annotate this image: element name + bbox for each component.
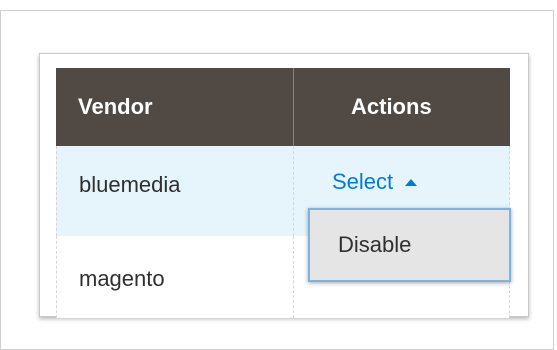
- vendor-cell: bluemedia: [56, 146, 294, 236]
- actions-dropdown-menu: Disable: [308, 208, 511, 282]
- vendor-cell: magento: [56, 236, 294, 318]
- caret-up-icon: [405, 178, 418, 186]
- page-frame: Vendor Actions bluemedia Select magento …: [0, 10, 554, 350]
- vendor-grid-card: Vendor Actions bluemedia Select magento …: [39, 53, 529, 318]
- select-action-button[interactable]: Select: [332, 169, 418, 195]
- grid-header-row: Vendor Actions: [56, 68, 510, 146]
- dropdown-item-disable[interactable]: Disable: [338, 232, 411, 258]
- column-header-actions: Actions: [351, 94, 432, 119]
- select-label: Select: [332, 169, 394, 194]
- column-header-vendor[interactable]: Vendor: [56, 68, 294, 146]
